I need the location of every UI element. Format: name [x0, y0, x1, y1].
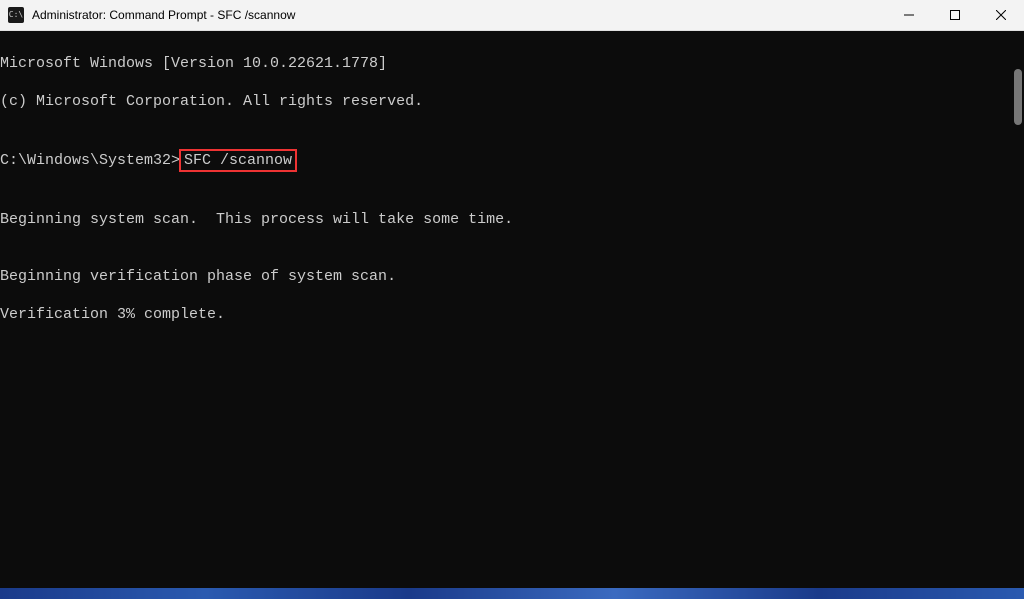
terminal-line: Beginning system scan. This process will…	[0, 210, 1024, 229]
minimize-button[interactable]	[886, 0, 932, 30]
terminal-output[interactable]: Microsoft Windows [Version 10.0.22621.17…	[0, 31, 1024, 588]
maximize-button[interactable]	[932, 0, 978, 30]
terminal-line: Beginning verification phase of system s…	[0, 267, 1024, 286]
prompt-path: C:\Windows\System32>	[0, 152, 180, 169]
terminal-line: (c) Microsoft Corporation. All rights re…	[0, 92, 1024, 111]
close-button[interactable]	[978, 0, 1024, 30]
taskbar[interactable]	[0, 588, 1024, 599]
command-highlight: SFC /scannow	[179, 149, 297, 172]
terminal-line: Verification 3% complete.	[0, 305, 1024, 324]
scrollbar-thumb[interactable]	[1014, 69, 1022, 125]
terminal-line: Microsoft Windows [Version 10.0.22621.17…	[0, 54, 1024, 73]
minimize-icon	[904, 10, 914, 20]
maximize-icon	[950, 10, 960, 20]
titlebar[interactable]: C:\ Administrator: Command Prompt - SFC …	[0, 0, 1024, 31]
terminal-prompt-line: C:\Windows\System32>SFC /scannow	[0, 149, 1024, 172]
command-prompt-window: C:\ Administrator: Command Prompt - SFC …	[0, 0, 1024, 588]
window-title: Administrator: Command Prompt - SFC /sca…	[32, 8, 886, 22]
close-icon	[996, 10, 1006, 20]
cmd-icon: C:\	[8, 7, 24, 23]
window-controls	[886, 0, 1024, 30]
